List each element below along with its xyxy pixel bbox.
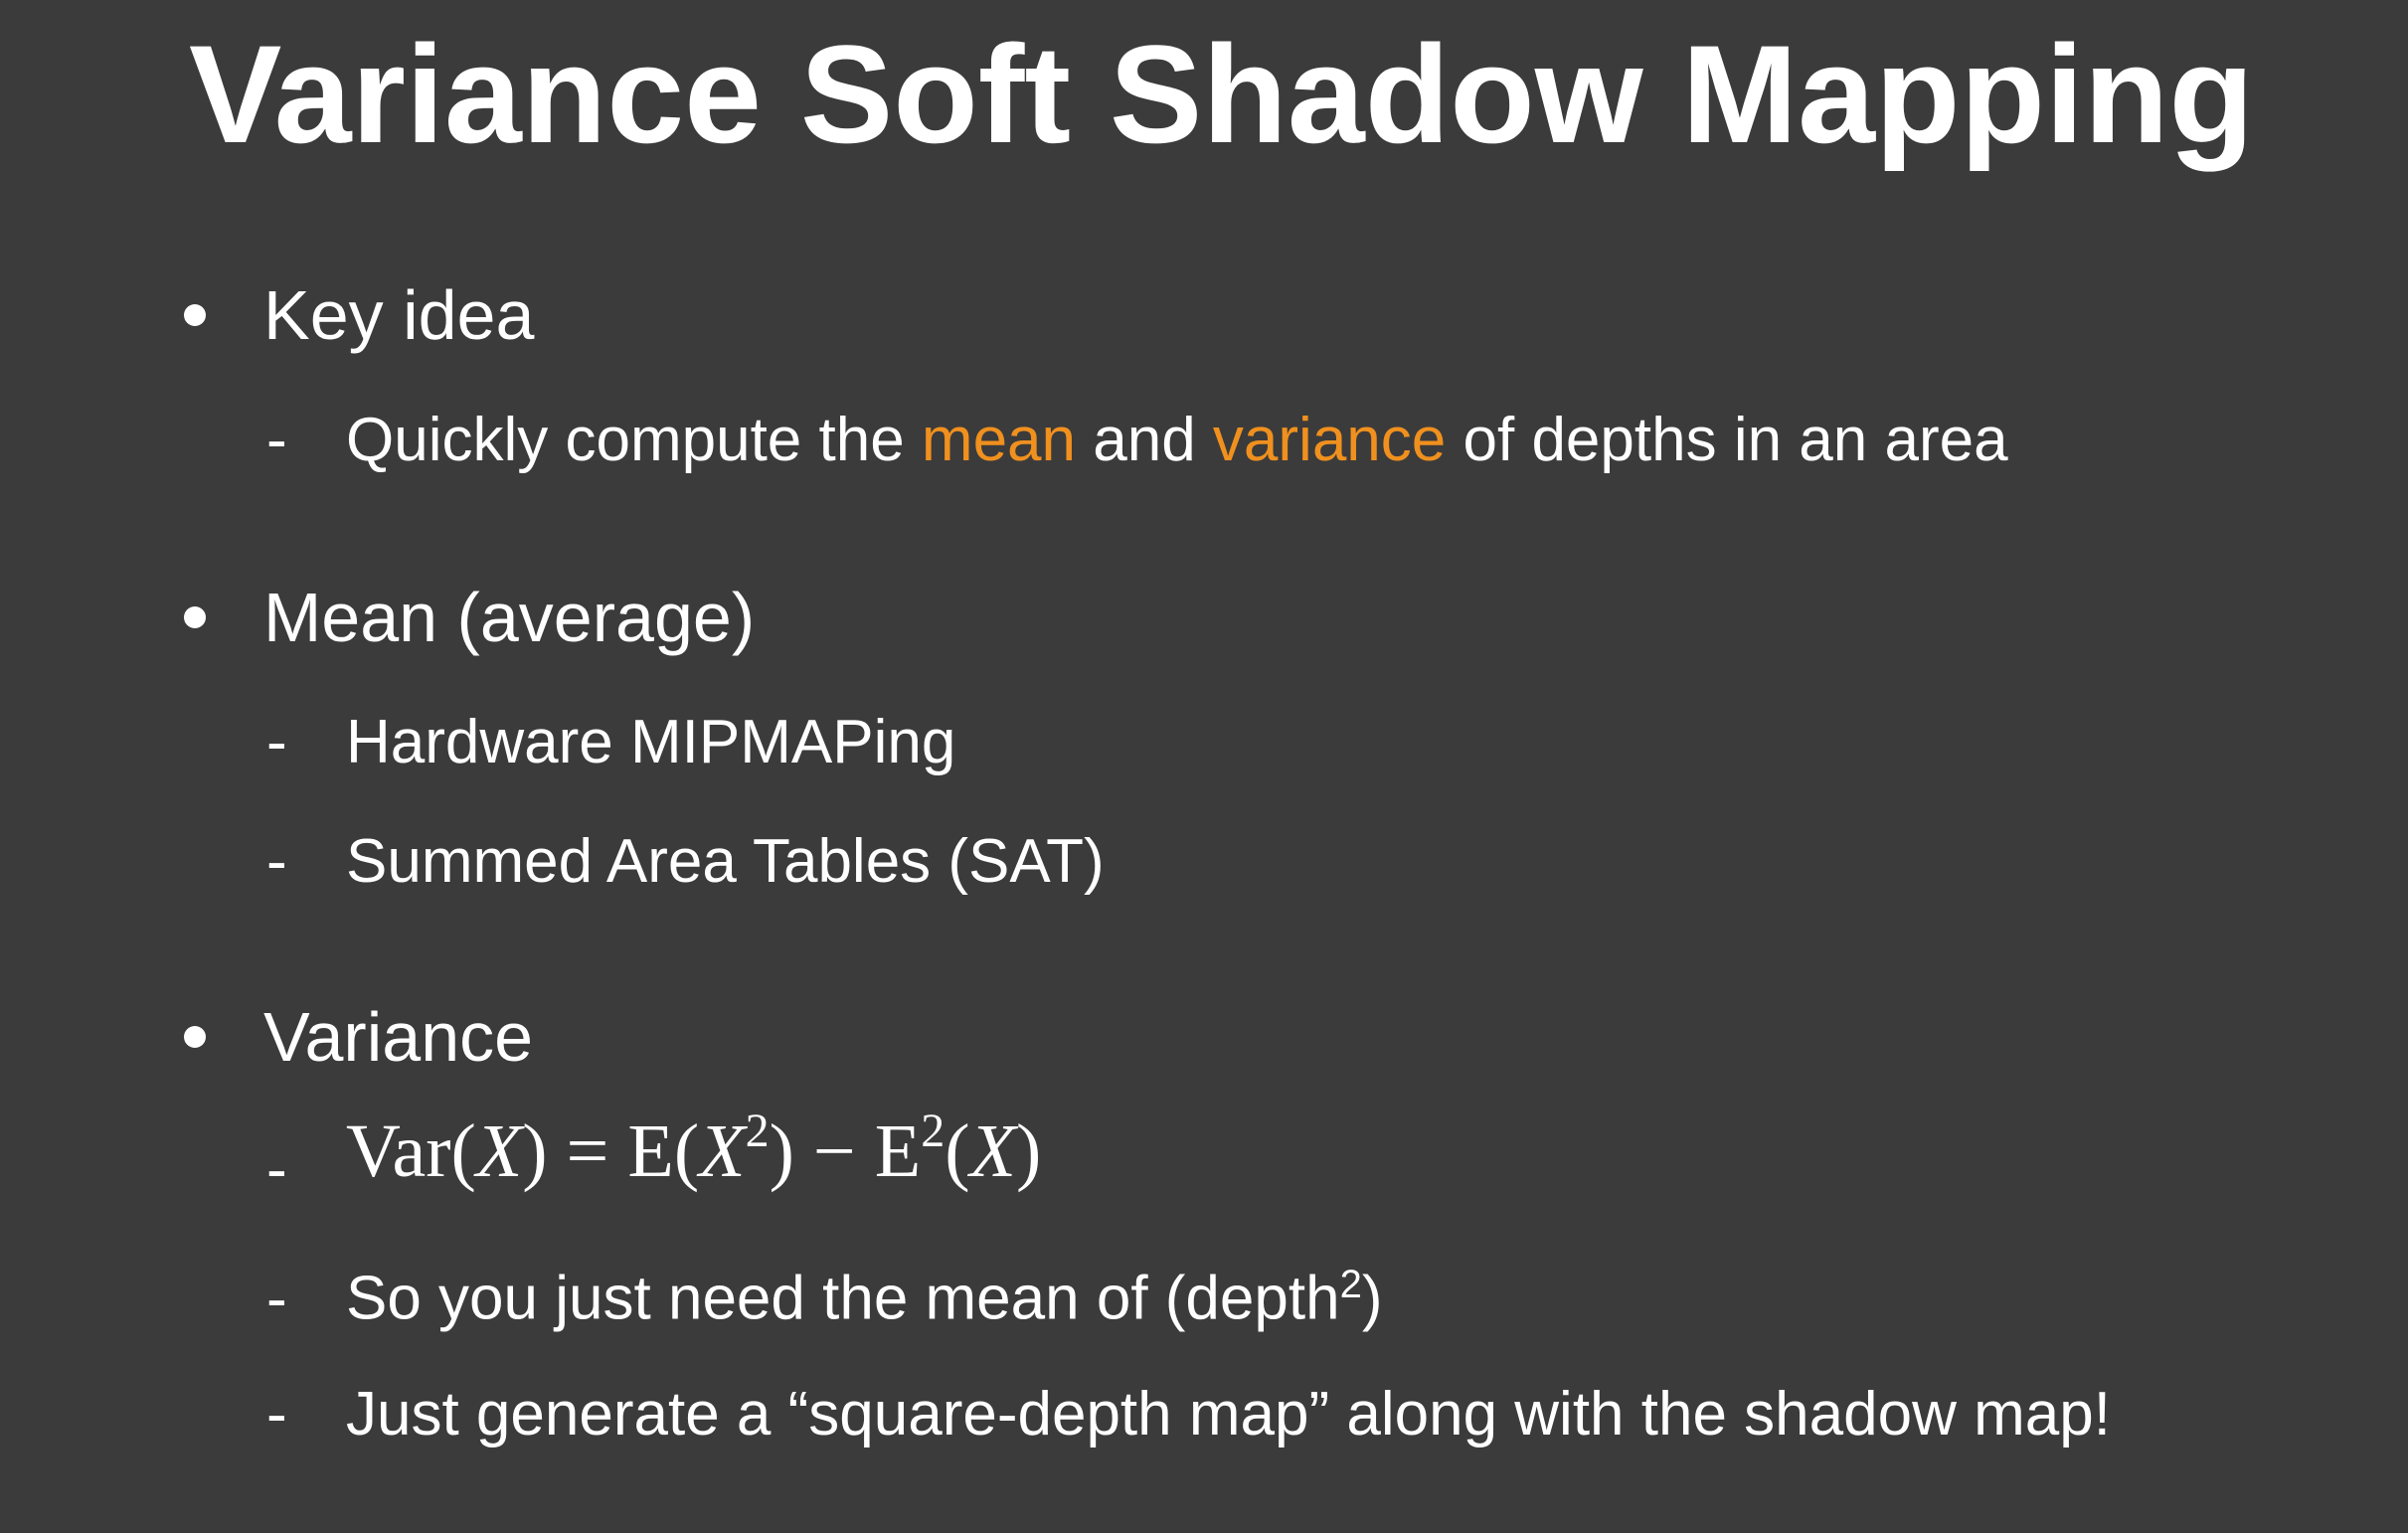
bullet-label: Variance — [263, 998, 534, 1076]
bullet-dot-icon — [184, 605, 206, 628]
bullet-dot-icon — [184, 303, 206, 326]
variance-formula: Var(X) = E(X2) − E2(X) — [346, 1105, 1042, 1194]
bullet-dot-icon — [184, 1025, 206, 1048]
dash-icon: - — [266, 708, 287, 776]
bullet-label: Key idea — [263, 276, 535, 354]
sub-item-formula: - Var(X) = E(X2) − E2(X) — [266, 1107, 1041, 1201]
dash-icon: - — [266, 1264, 287, 1333]
dash-icon: - — [266, 1135, 287, 1205]
dash-icon: - — [266, 827, 287, 896]
dash-icon: - — [266, 1380, 287, 1448]
sub-item-depth-squared: - So you just need the mean of (depth2) — [266, 1263, 1383, 1333]
slide: Variance Soft Shadow Mapping Key idea -Q… — [0, 0, 2408, 1533]
dash-icon: - — [266, 406, 287, 474]
sub-item-sat: - Summed Area Tables (SAT) — [266, 827, 1105, 896]
bullet-key-idea: Key idea — [184, 280, 534, 350]
slide-title: Variance Soft Shadow Mapping — [189, 16, 2254, 172]
highlight-variance: variance — [1212, 406, 1447, 474]
bullet-label: Mean (average) — [263, 579, 756, 656]
sub-item-mipmap: - Hardware MIPMAPing — [266, 708, 956, 776]
sub-item-square-depth-map: - Just generate a “square-depth map” alon… — [266, 1380, 2111, 1448]
highlight-mean: mean — [921, 406, 1077, 474]
bullet-mean-average: Mean (average) — [184, 583, 755, 652]
bullet-variance: Variance — [184, 1002, 533, 1072]
sub-item-mean-variance: - Quickly compute the mean and variance o… — [266, 406, 2008, 474]
